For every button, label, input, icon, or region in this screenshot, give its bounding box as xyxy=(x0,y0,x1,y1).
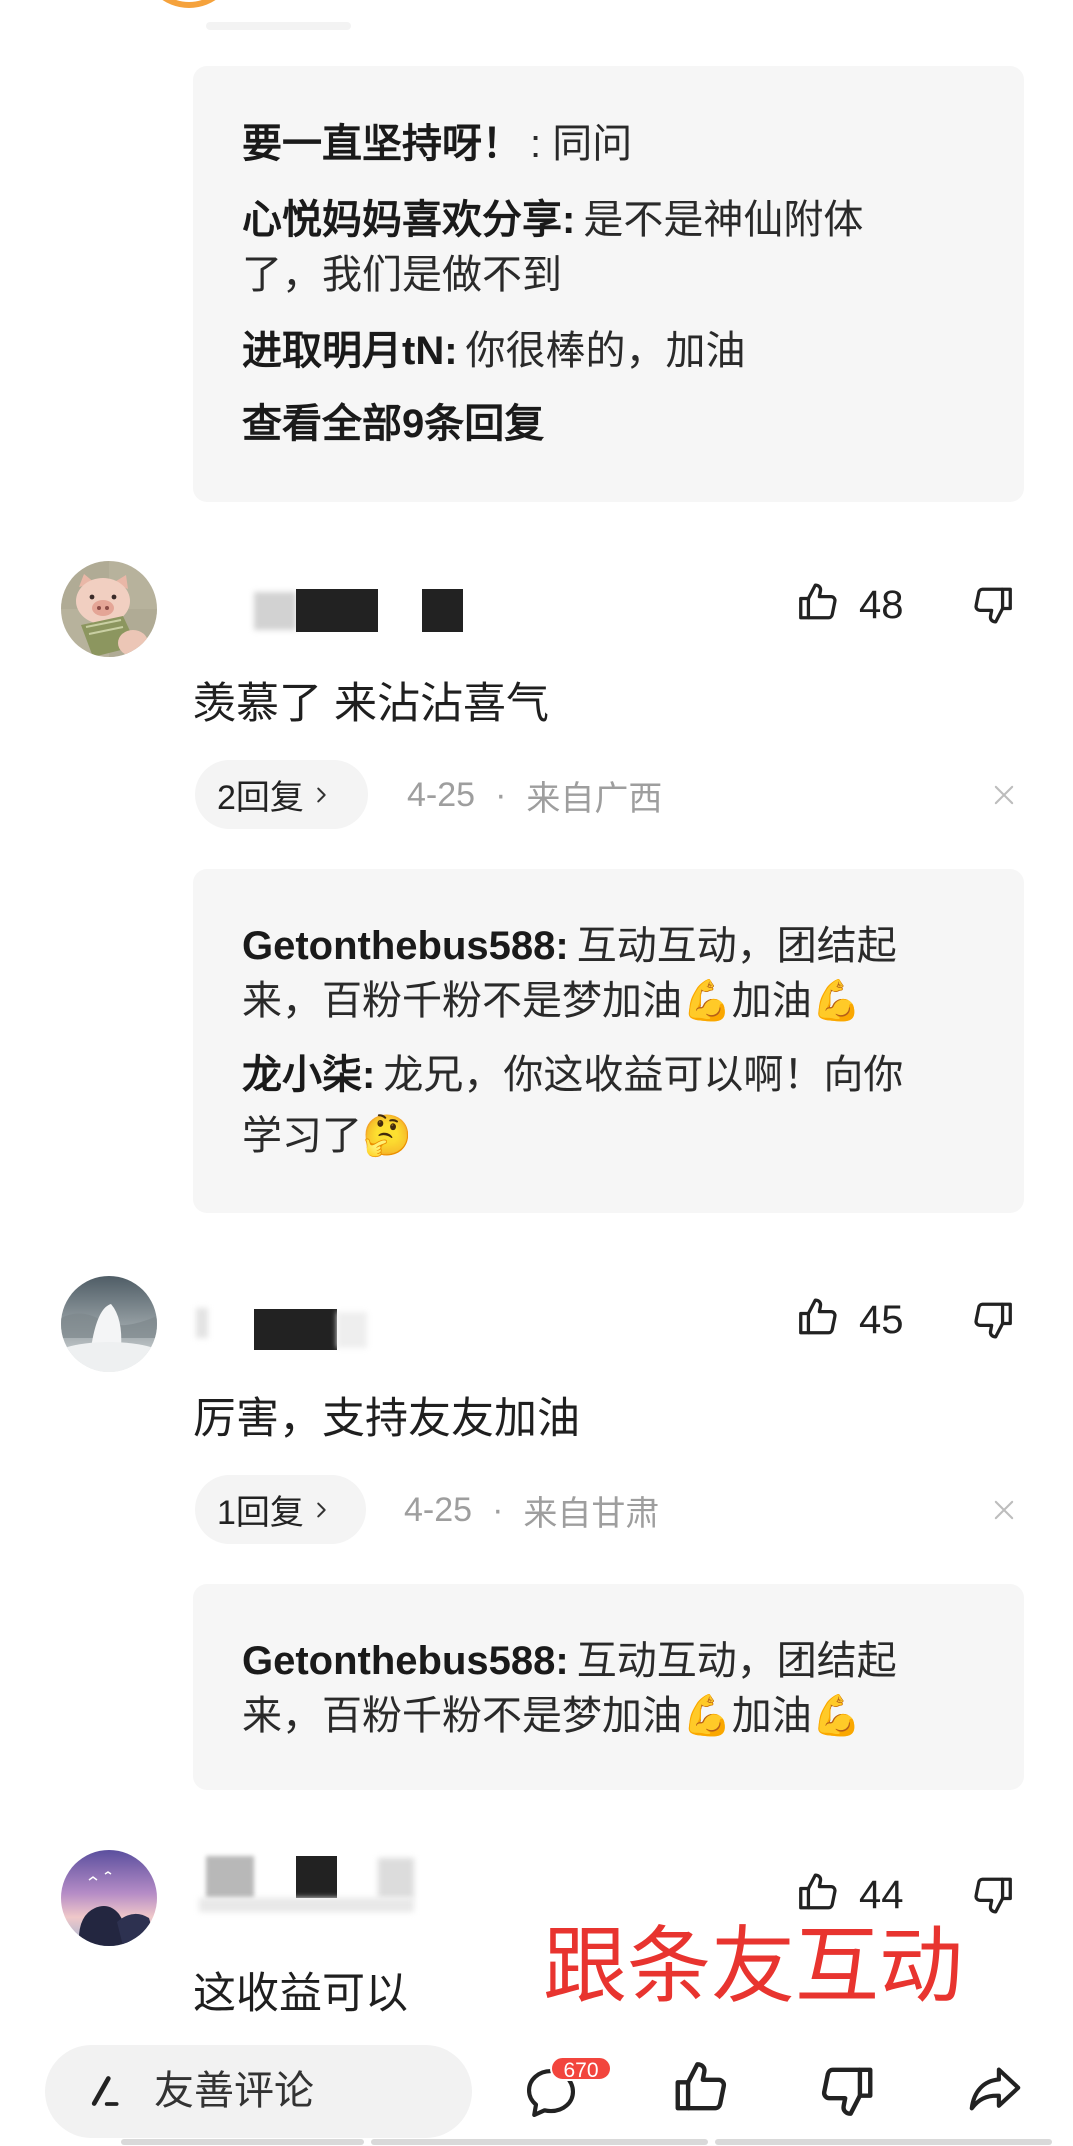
redacted-username xyxy=(422,589,463,632)
reply-item: 进取明月tN: 你很棒的，加油 xyxy=(242,324,746,378)
reply-text: 了，我们是做不到 xyxy=(242,253,562,297)
comment-input-placeholder: 友善评论 xyxy=(154,2069,314,2113)
comment-location: 来自广西 xyxy=(526,779,663,818)
thumbs-up-icon[interactable] xyxy=(795,1294,841,1340)
comment-meta: 4-25 · 来自甘肃 xyxy=(404,1485,659,1535)
progress-segment xyxy=(715,2139,1052,2145)
avatar[interactable] xyxy=(61,1850,157,1946)
reply-item: 龙小柒: 龙兄，你这收益可以啊！向你 xyxy=(242,1048,903,1102)
reply-author[interactable]: 心悦妈妈喜欢分享: xyxy=(242,198,575,242)
close-icon[interactable] xyxy=(990,1496,1018,1524)
reply-thread[interactable]: Getonthebus588: 互动互动，团结起 来，百粉千粉不是梦加油💪加油💪 xyxy=(193,1584,1024,1790)
reply-text: 你很棒的，加油 xyxy=(465,329,746,373)
like-count: 45 xyxy=(859,1298,904,1342)
reply-author[interactable]: 龙小柒: xyxy=(242,1053,375,1097)
redacted-username xyxy=(296,1856,337,1898)
reply-text: 互动互动，团结起 xyxy=(576,924,897,968)
thumbs-up-icon[interactable] xyxy=(795,1869,841,1915)
comment-input[interactable]: 友善评论 xyxy=(45,2045,472,2138)
redacted-username xyxy=(337,1312,367,1348)
comment-date: 4-25 xyxy=(404,1490,473,1529)
avatar[interactable] xyxy=(61,1276,157,1372)
avatar-partial[interactable] xyxy=(141,0,237,8)
thumbs-down-icon[interactable] xyxy=(970,1872,1016,1918)
avatar[interactable] xyxy=(61,561,157,657)
reply-text: 互动互动，团结起 xyxy=(576,1639,897,1683)
view-replies-button[interactable]: 1回复 xyxy=(195,1475,366,1544)
comment-meta: 4-25 · 来自广西 xyxy=(407,770,662,820)
redacted-username xyxy=(254,592,296,630)
reply-item: Getonthebus588: 互动互动，团结起 xyxy=(242,919,897,973)
reply-item-continued: 来，百粉千粉不是梦加油💪加油💪 xyxy=(242,974,862,1028)
overlay-caption: 跟条友互动 xyxy=(543,1919,964,2013)
reply-author[interactable]: Getonthebus588: xyxy=(242,924,569,968)
reply-text: : 同问 xyxy=(530,122,633,166)
reply-item-continued: 学习了🤔 xyxy=(242,1109,412,1163)
like-count: 48 xyxy=(859,583,904,627)
view-replies-button[interactable]: 2回复 xyxy=(195,760,368,829)
reply-item: Getonthebus588: 互动互动，团结起 xyxy=(242,1634,897,1688)
redacted-username xyxy=(296,589,378,632)
like-count: 44 xyxy=(859,1873,904,1917)
divider xyxy=(206,22,351,30)
comment-text: 厉害，支持友友加油 xyxy=(193,1395,580,1443)
thumbs-down-icon[interactable] xyxy=(816,2060,878,2122)
redacted-username xyxy=(378,1858,414,1898)
share-arrow-icon[interactable] xyxy=(964,2058,1026,2120)
reply-text: 来，百粉千粉不是梦加油💪加油💪 xyxy=(242,1694,862,1738)
progress-segment xyxy=(371,2139,708,2145)
thumbs-up-icon[interactable] xyxy=(795,579,841,625)
view-all-replies-link[interactable]: 查看全部9条回复 xyxy=(242,397,544,451)
redacted-username xyxy=(196,1308,208,1338)
reply-thread[interactable]: 要一直坚持呀！: 同问 心悦妈妈喜欢分享: 是不是神仙附体 了，我们是做不到 进取… xyxy=(193,66,1024,502)
thumbs-down-icon[interactable] xyxy=(970,582,1016,628)
comment-count-badge: 670 xyxy=(550,2056,612,2082)
reply-thread[interactable]: Getonthebus588: 互动互动，团结起 来，百粉千粉不是梦加油💪加油💪 … xyxy=(193,869,1024,1213)
chevron-right-icon xyxy=(310,784,332,806)
redacted-username xyxy=(206,1856,254,1898)
comment-location: 来自甘肃 xyxy=(523,1494,660,1533)
reply-author[interactable]: Getonthebus588: xyxy=(242,1639,569,1683)
reply-text: 龙兄，你这收益可以啊！向你 xyxy=(383,1053,904,1097)
reply-item: 心悦妈妈喜欢分享: 是不是神仙附体 xyxy=(242,193,863,247)
reply-count-label: 1回复 xyxy=(217,1494,304,1532)
redacted-username xyxy=(254,1309,337,1350)
reply-text: 来，百粉千粉不是梦加油💪加油💪 xyxy=(242,979,862,1023)
reply-text: 是不是神仙附体 xyxy=(583,198,864,242)
progress-segment xyxy=(121,2139,364,2145)
comment-text: 这收益可以 xyxy=(193,1970,408,2018)
reply-author[interactable]: 要一直坚持呀！ xyxy=(242,122,522,166)
redacted-username xyxy=(199,1898,414,1912)
reply-item-continued: 了，我们是做不到 xyxy=(242,248,562,302)
chevron-right-icon xyxy=(310,1499,332,1521)
meta-separator: · xyxy=(495,775,507,814)
reply-text: 学习了🤔 xyxy=(242,1114,412,1158)
comment-text: 羡慕了 来沾沾喜气 xyxy=(193,680,549,728)
thumbs-up-icon[interactable] xyxy=(670,2056,732,2118)
thumbs-down-icon[interactable] xyxy=(970,1297,1016,1343)
reply-item-continued: 来，百粉千粉不是梦加油💪加油💪 xyxy=(242,1689,862,1743)
meta-separator: · xyxy=(492,1490,504,1529)
reply-item: 要一直坚持呀！: 同问 xyxy=(242,117,632,171)
reply-author[interactable]: 进取明月tN: xyxy=(242,329,458,373)
reply-count-label: 2回复 xyxy=(217,779,304,817)
comment-date: 4-25 xyxy=(407,775,476,814)
close-icon[interactable] xyxy=(990,781,1018,809)
pen-icon xyxy=(85,2071,125,2111)
